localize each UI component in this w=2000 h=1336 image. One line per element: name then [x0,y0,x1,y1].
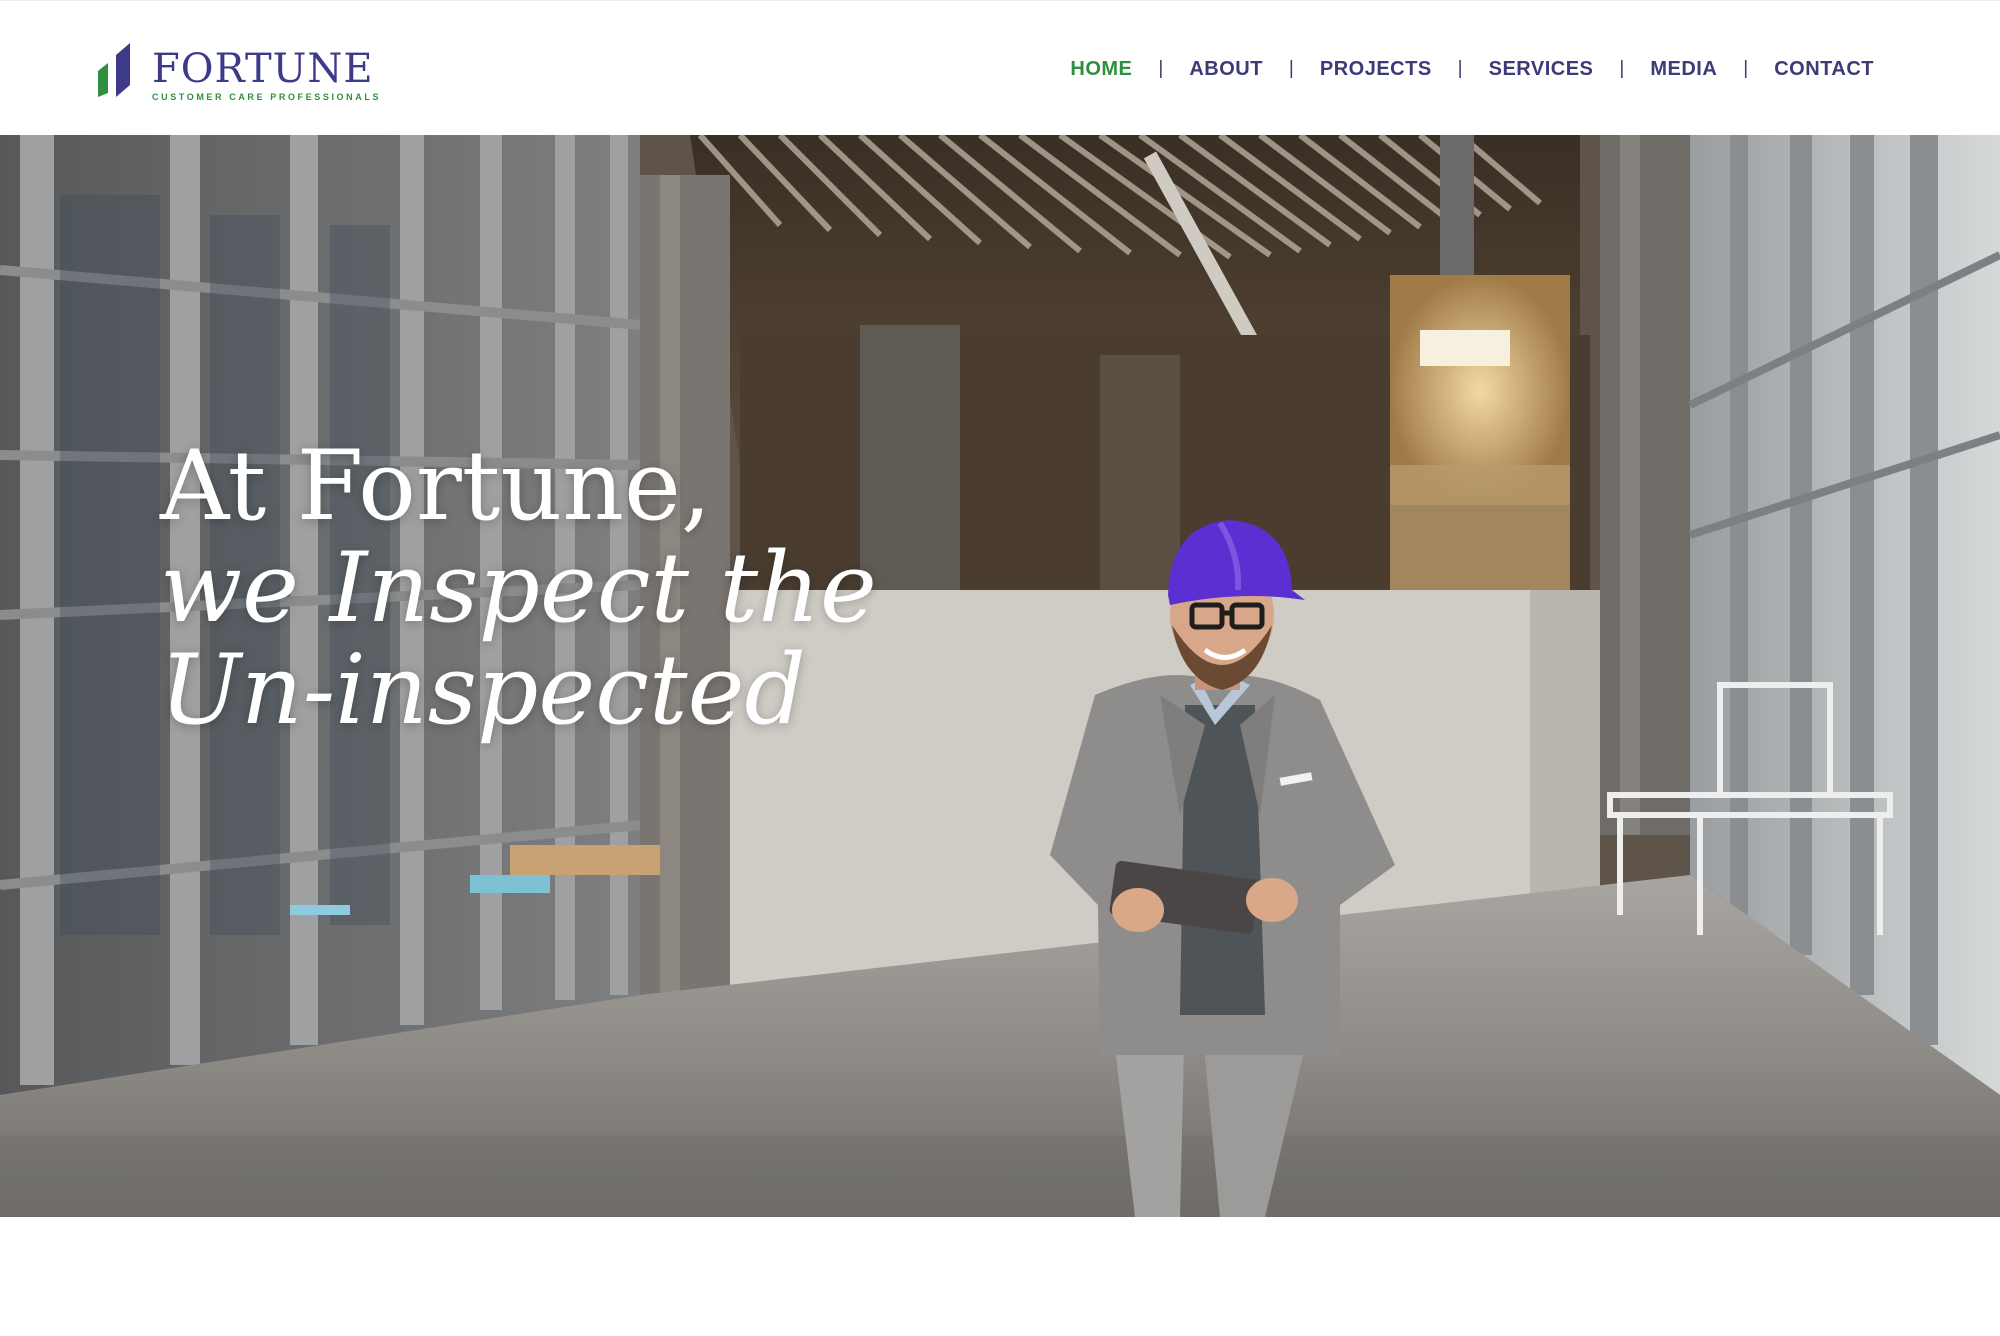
hero-line-3: Un-inspected [160,634,806,746]
nav-separator: | [1619,58,1625,79]
below-hero-section [0,1217,2000,1336]
nav-separator: | [1743,58,1749,79]
nav-separator: | [1457,58,1463,79]
nav-separator: | [1158,58,1164,79]
nav-item-media[interactable]: MEDIA [1650,58,1717,81]
nav-separator: | [1288,58,1294,79]
hero-line-1: At Fortune, [160,430,712,542]
site-header: FORTUNE CUSTOMER CARE PROFESSIONALS HOME… [0,0,2000,135]
nav-item-about[interactable]: ABOUT [1189,58,1263,81]
nav-item-contact[interactable]: CONTACT [1774,58,1874,81]
nav-item-services[interactable]: SERVICES [1489,58,1594,81]
logo-text: FORTUNE CUSTOMER CARE PROFESSIONALS [152,41,381,102]
hero-heading: At Fortune, we Inspect the Un-inspected [160,435,877,741]
logo-name: FORTUNE [152,46,374,92]
logo-mark-icon [98,43,130,97]
main-nav: HOME | ABOUT | PROJECTS | SERVICES | MED… [1070,53,1874,85]
nav-item-home[interactable]: HOME [1070,58,1132,81]
nav-item-projects[interactable]: PROJECTS [1320,58,1432,81]
logo-tagline: CUSTOMER CARE PROFESSIONALS [152,92,382,102]
hero-line-2: we Inspect the [160,532,877,644]
logo-link[interactable]: FORTUNE CUSTOMER CARE PROFESSIONALS [98,41,381,102]
hero-section: At Fortune, we Inspect the Un-inspected [0,135,2000,1217]
